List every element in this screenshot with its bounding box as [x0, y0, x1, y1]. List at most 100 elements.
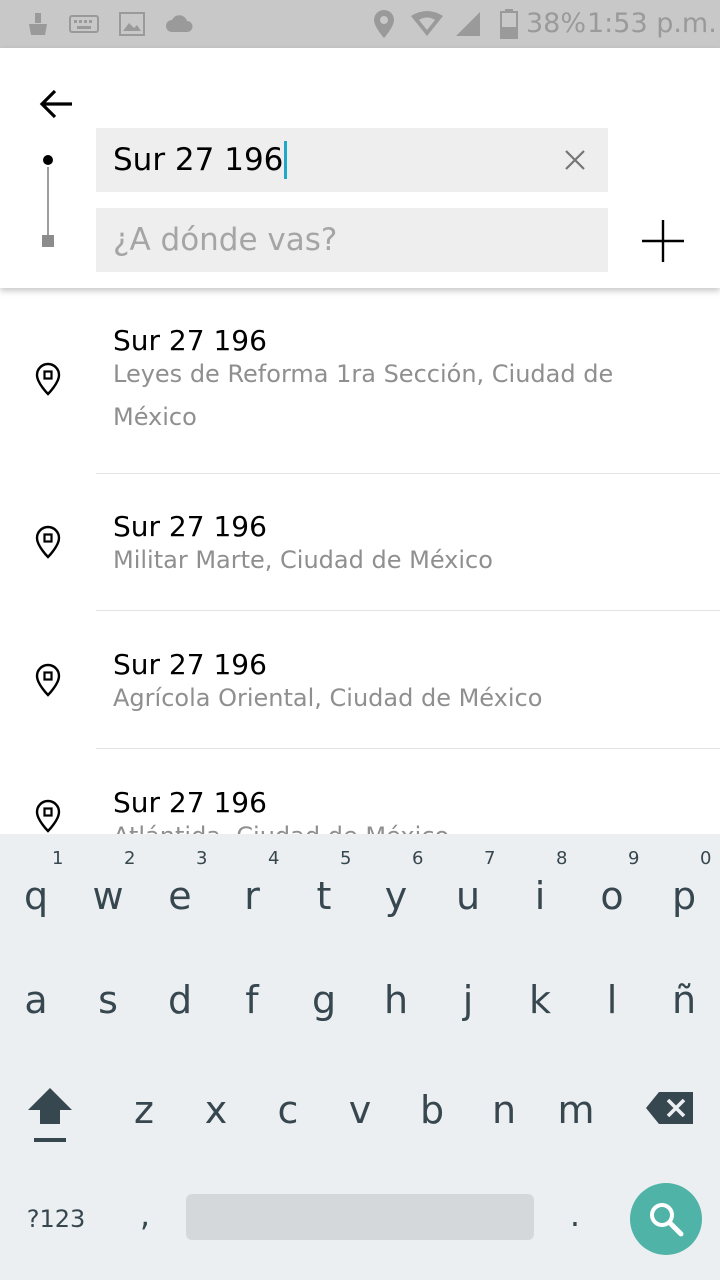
key-h[interactable]: h [360, 956, 432, 1056]
clean-icon [24, 0, 52, 48]
location-pin-icon [35, 799, 61, 833]
key-label: d [167, 978, 193, 1022]
result-subtitle: Agrícola Oriental, Ciudad de México [113, 684, 543, 712]
key-w[interactable]: 2w [72, 846, 144, 946]
location-icon [370, 0, 398, 48]
key-a[interactable]: a [0, 956, 72, 1056]
location-pin-icon [35, 663, 61, 697]
clear-icon[interactable] [560, 145, 590, 175]
result-subtitle: Atlántida, Ciudad de México [113, 815, 623, 834]
list-item[interactable]: Sur 27 196 Atlántida, Ciudad de México [0, 749, 720, 834]
key-label: k [528, 978, 551, 1022]
results-list: Sur 27 196 Leyes de Reforma 1ra Sección,… [0, 288, 720, 834]
backspace-key[interactable] [630, 1066, 710, 1166]
list-item[interactable]: Sur 27 196 Militar Marte, Ciudad de Méxi… [0, 474, 720, 611]
destination-input[interactable]: ¿A dónde vas? [96, 208, 608, 272]
key-n-tilde[interactable]: ñ [648, 956, 720, 1056]
key-l[interactable]: l [576, 956, 648, 1056]
back-button[interactable] [30, 84, 82, 124]
key-label: v [348, 1088, 372, 1132]
key-y[interactable]: 6y [360, 846, 432, 946]
battery-percentage: 38% [526, 8, 587, 39]
key-k[interactable]: k [504, 956, 576, 1056]
key-label: z [134, 1088, 154, 1132]
key-hint: 8 [556, 848, 568, 869]
clock: 1:53 p.m. [587, 8, 717, 39]
status-bar: 38% 1:53 p.m. [0, 0, 720, 48]
key-label: m [557, 1088, 595, 1132]
key-f[interactable]: f [216, 956, 288, 1056]
destination-placeholder: ¿A dónde vas? [113, 222, 338, 258]
key-s[interactable]: s [72, 956, 144, 1056]
key-label: e [168, 874, 192, 918]
key-p[interactable]: 0p [648, 846, 720, 946]
key-hint: 2 [124, 848, 136, 869]
key-hint: 4 [268, 848, 280, 869]
key-label: b [419, 1088, 445, 1132]
key-label: f [245, 978, 259, 1022]
result-subtitle: Militar Marte, Ciudad de México [113, 546, 493, 574]
back-arrow-icon [39, 89, 72, 119]
soft-keyboard: 1q 2w 3e 4r 5t 6y 7u 8i 9o 0p a s d f g … [0, 834, 720, 1280]
route-line [47, 167, 49, 235]
key-label: i [534, 874, 546, 918]
spacebar[interactable] [186, 1194, 534, 1240]
comma-key[interactable]: , [125, 1190, 165, 1240]
image-icon [118, 0, 146, 48]
key-t[interactable]: 5t [288, 846, 360, 946]
key-label: n [491, 1088, 517, 1132]
key-d[interactable]: d [144, 956, 216, 1056]
key-label: u [455, 874, 481, 918]
key-label: c [277, 1088, 299, 1132]
key-label: j [462, 978, 474, 1022]
key-z[interactable]: z [108, 1066, 180, 1166]
key-c[interactable]: c [252, 1066, 324, 1166]
key-label: w [92, 874, 124, 918]
keyboard-icon [68, 0, 100, 48]
shift-key[interactable] [12, 1066, 88, 1166]
battery-icon [496, 0, 522, 48]
key-label: h [383, 978, 409, 1022]
key-label: g [311, 978, 337, 1022]
key-hint: 3 [196, 848, 208, 869]
key-e[interactable]: 3e [144, 846, 216, 946]
key-x[interactable]: x [180, 1066, 252, 1166]
key-i[interactable]: 8i [504, 846, 576, 946]
signal-icon [452, 0, 484, 48]
key-m[interactable]: m [540, 1066, 612, 1166]
key-hint: 6 [412, 848, 424, 869]
location-pin-icon [35, 525, 61, 559]
result-subtitle: Leyes de Reforma 1ra Sección, Ciudad de … [113, 360, 614, 431]
search-icon [650, 1203, 684, 1237]
destination-square-icon [42, 235, 54, 247]
key-hint: 0 [700, 848, 712, 869]
key-label: p [671, 874, 697, 918]
key-label: r [244, 874, 260, 918]
key-hint: 9 [628, 848, 640, 869]
key-hint: 1 [52, 848, 64, 869]
shift-icon [28, 1088, 72, 1142]
key-j[interactable]: j [432, 956, 504, 1056]
key-r[interactable]: 4r [216, 846, 288, 946]
key-label: q [23, 874, 49, 918]
cloud-icon [164, 0, 194, 48]
key-v[interactable]: v [324, 1066, 396, 1166]
backspace-icon [646, 1092, 693, 1124]
key-n[interactable]: n [468, 1066, 540, 1166]
key-q[interactable]: 1q [0, 846, 72, 946]
search-key[interactable] [630, 1183, 702, 1255]
origin-input[interactable]: Sur 27 196 [96, 128, 608, 192]
key-g[interactable]: g [288, 956, 360, 1056]
list-item[interactable]: Sur 27 196 Leyes de Reforma 1ra Sección,… [0, 288, 720, 474]
location-pin-icon [35, 362, 61, 396]
key-label: x [204, 1088, 228, 1132]
key-o[interactable]: 9o [576, 846, 648, 946]
period-key[interactable]: . [555, 1190, 595, 1240]
list-item[interactable]: Sur 27 196 Agrícola Oriental, Ciudad de … [0, 611, 720, 749]
key-label: a [24, 978, 48, 1022]
add-stop-icon[interactable] [640, 218, 686, 264]
key-b[interactable]: b [396, 1066, 468, 1166]
symbols-key[interactable]: ?123 [14, 1194, 98, 1244]
key-hint: 7 [484, 848, 496, 869]
key-u[interactable]: 7u [432, 846, 504, 946]
